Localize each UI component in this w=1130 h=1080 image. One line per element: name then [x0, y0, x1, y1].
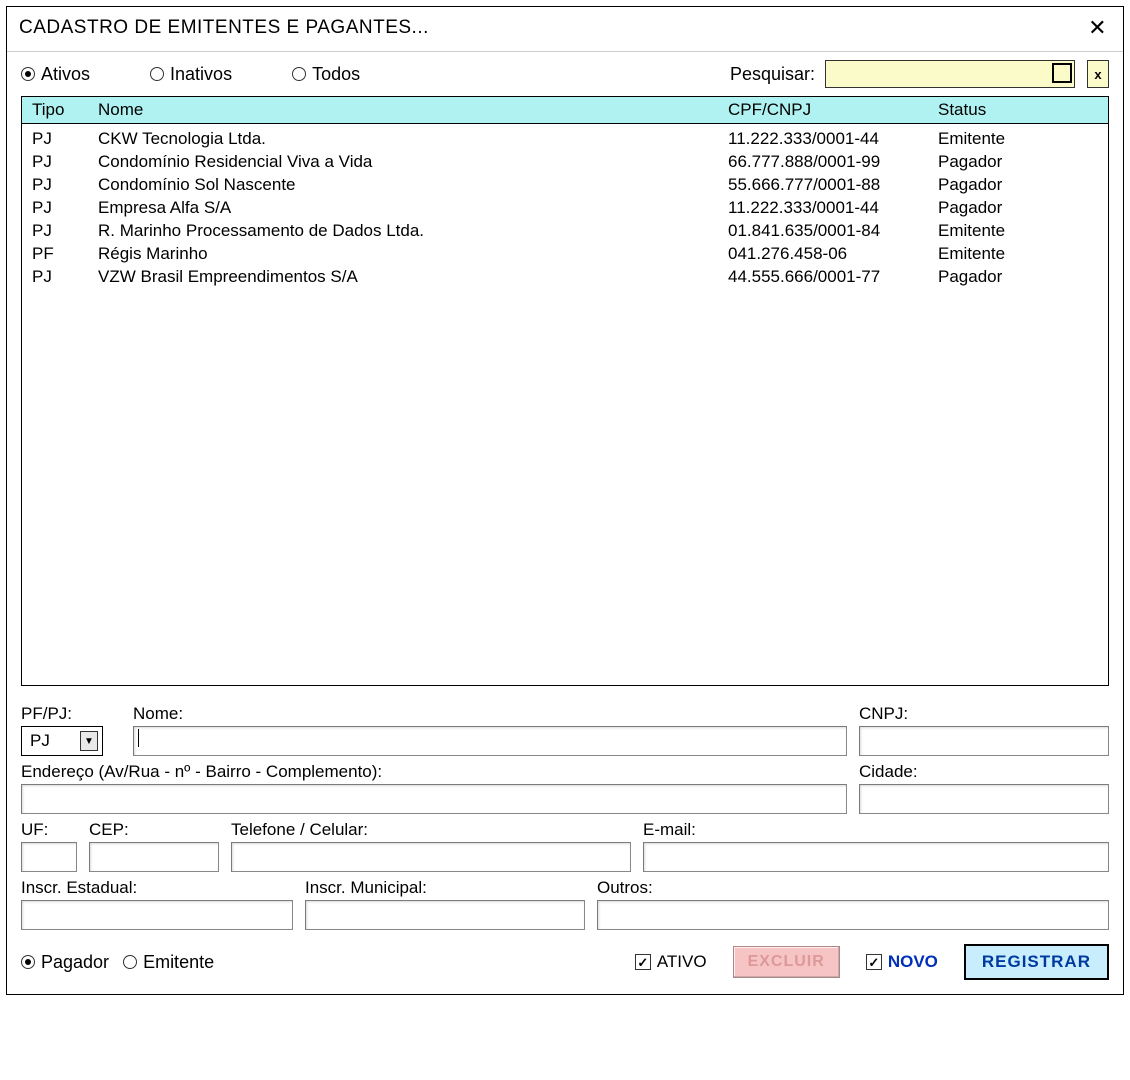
inscr-mun-label: Inscr. Municipal: — [305, 878, 585, 898]
inscr-est-label: Inscr. Estadual: — [21, 878, 293, 898]
telefone-label: Telefone / Celular: — [231, 820, 631, 840]
close-icon[interactable]: ✕ — [1082, 15, 1113, 41]
cell-tipo: PJ — [32, 174, 98, 197]
table-row[interactable]: PJCKW Tecnologia Ltda.11.222.333/0001-44… — [32, 128, 1098, 151]
cell-status: Pagador — [938, 151, 1098, 174]
col-header-tipo[interactable]: Tipo — [32, 100, 98, 120]
radio-dot-icon — [123, 955, 137, 969]
cell-nome: Empresa Alfa S/A — [98, 197, 728, 220]
grid-header: Tipo Nome CPF/CNPJ Status — [22, 97, 1108, 124]
excluir-button[interactable]: EXCLUIR — [733, 946, 840, 978]
cnpj-field[interactable] — [859, 726, 1109, 756]
cell-tipo: PJ — [32, 128, 98, 151]
radio-pagador-label: Pagador — [41, 952, 109, 973]
entities-grid[interactable]: Tipo Nome CPF/CNPJ Status PJCKW Tecnolog… — [21, 96, 1109, 686]
telefone-field[interactable] — [231, 842, 631, 872]
check-icon: ✓ — [866, 954, 882, 970]
inscr-mun-field[interactable] — [305, 900, 585, 930]
table-row[interactable]: PJCondomínio Sol Nascente55.666.777/0001… — [32, 174, 1098, 197]
radio-ativos[interactable]: Ativos — [21, 64, 90, 85]
cell-nome: VZW Brasil Empreendimentos S/A — [98, 266, 728, 289]
cell-tipo: PJ — [32, 266, 98, 289]
email-field[interactable] — [643, 842, 1109, 872]
ativo-checkbox[interactable]: ✓ ATIVO — [635, 952, 707, 972]
search-label: Pesquisar: — [730, 64, 815, 85]
cell-tipo: PJ — [32, 151, 98, 174]
table-row[interactable]: PFRégis Marinho041.276.458-06Emitente — [32, 243, 1098, 266]
cep-label: CEP: — [89, 820, 219, 840]
window-cadastro: CADASTRO DE EMITENTES E PAGANTES... ✕ At… — [6, 6, 1124, 995]
table-row[interactable]: PJEmpresa Alfa S/A11.222.333/0001-44Paga… — [32, 197, 1098, 220]
chevron-down-icon: ▼ — [80, 731, 98, 751]
cell-status: Pagador — [938, 266, 1098, 289]
ativo-label: ATIVO — [657, 952, 707, 972]
cidade-label: Cidade: — [859, 762, 1109, 782]
endereco-field[interactable] — [21, 784, 847, 814]
uf-label: UF: — [21, 820, 77, 840]
radio-ativos-label: Ativos — [41, 64, 90, 85]
outros-label: Outros: — [597, 878, 1109, 898]
check-icon: ✓ — [635, 954, 651, 970]
cell-nome: R. Marinho Processamento de Dados Ltda. — [98, 220, 728, 243]
pfpj-label: PF/PJ: — [21, 704, 121, 724]
cell-status: Emitente — [938, 220, 1098, 243]
radio-inativos[interactable]: Inativos — [150, 64, 232, 85]
col-header-cpf[interactable]: CPF/CNPJ — [728, 100, 938, 120]
pfpj-value: PJ — [30, 731, 50, 751]
table-row[interactable]: PJR. Marinho Processamento de Dados Ltda… — [32, 220, 1098, 243]
cell-cpf: 44.555.666/0001-77 — [728, 266, 938, 289]
radio-todos[interactable]: Todos — [292, 64, 360, 85]
cell-cpf: 01.841.635/0001-84 — [728, 220, 938, 243]
cnpj-label: CNPJ: — [859, 704, 1109, 724]
nome-field[interactable] — [133, 726, 847, 756]
cell-cpf: 66.777.888/0001-99 — [728, 151, 938, 174]
endereco-label: Endereço (Av/Rua - nº - Bairro - Complem… — [21, 762, 847, 782]
radio-dot-icon — [21, 955, 35, 969]
cell-cpf: 11.222.333/0001-44 — [728, 128, 938, 151]
registrar-button[interactable]: REGISTRAR — [964, 944, 1109, 980]
table-row[interactable]: PJVZW Brasil Empreendimentos S/A44.555.6… — [32, 266, 1098, 289]
email-label: E-mail: — [643, 820, 1109, 840]
radio-emitente-label: Emitente — [143, 952, 214, 973]
cep-field[interactable] — [89, 842, 219, 872]
radio-inativos-label: Inativos — [170, 64, 232, 85]
cell-cpf: 041.276.458-06 — [728, 243, 938, 266]
cell-nome: Régis Marinho — [98, 243, 728, 266]
col-header-nome[interactable]: Nome — [98, 100, 728, 120]
novo-checkbox[interactable]: ✓ NOVO — [866, 952, 938, 972]
uf-field[interactable] — [21, 842, 77, 872]
col-header-status[interactable]: Status — [938, 100, 1108, 120]
window-title: CADASTRO DE EMITENTES E PAGANTES... — [19, 17, 429, 39]
cell-cpf: 55.666.777/0001-88 — [728, 174, 938, 197]
filter-radio-group: Ativos Inativos Todos — [21, 64, 720, 85]
cell-status: Pagador — [938, 174, 1098, 197]
novo-label: NOVO — [888, 952, 938, 972]
outros-field[interactable] — [597, 900, 1109, 930]
radio-pagador[interactable]: Pagador — [21, 952, 109, 973]
radio-dot-icon — [150, 67, 164, 81]
inscr-est-field[interactable] — [21, 900, 293, 930]
radio-emitente[interactable]: Emitente — [123, 952, 214, 973]
cell-nome: Condomínio Sol Nascente — [98, 174, 728, 197]
cell-nome: CKW Tecnologia Ltda. — [98, 128, 728, 151]
search-go-icon[interactable] — [1052, 63, 1072, 83]
search-clear-button[interactable]: x — [1087, 60, 1109, 88]
cell-tipo: PF — [32, 243, 98, 266]
cell-tipo: PJ — [32, 197, 98, 220]
cell-status: Emitente — [938, 243, 1098, 266]
titlebar: CADASTRO DE EMITENTES E PAGANTES... ✕ — [7, 7, 1123, 51]
cell-status: Emitente — [938, 128, 1098, 151]
cell-status: Pagador — [938, 197, 1098, 220]
cell-tipo: PJ — [32, 220, 98, 243]
radio-todos-label: Todos — [312, 64, 360, 85]
cidade-field[interactable] — [859, 784, 1109, 814]
cell-cpf: 11.222.333/0001-44 — [728, 197, 938, 220]
radio-dot-icon — [21, 67, 35, 81]
nome-label: Nome: — [133, 704, 847, 724]
table-row[interactable]: PJCondomínio Residencial Viva a Vida66.7… — [32, 151, 1098, 174]
pfpj-select[interactable]: PJ ▼ — [21, 726, 103, 756]
cell-nome: Condomínio Residencial Viva a Vida — [98, 151, 728, 174]
radio-dot-icon — [292, 67, 306, 81]
search-input[interactable] — [825, 60, 1075, 88]
